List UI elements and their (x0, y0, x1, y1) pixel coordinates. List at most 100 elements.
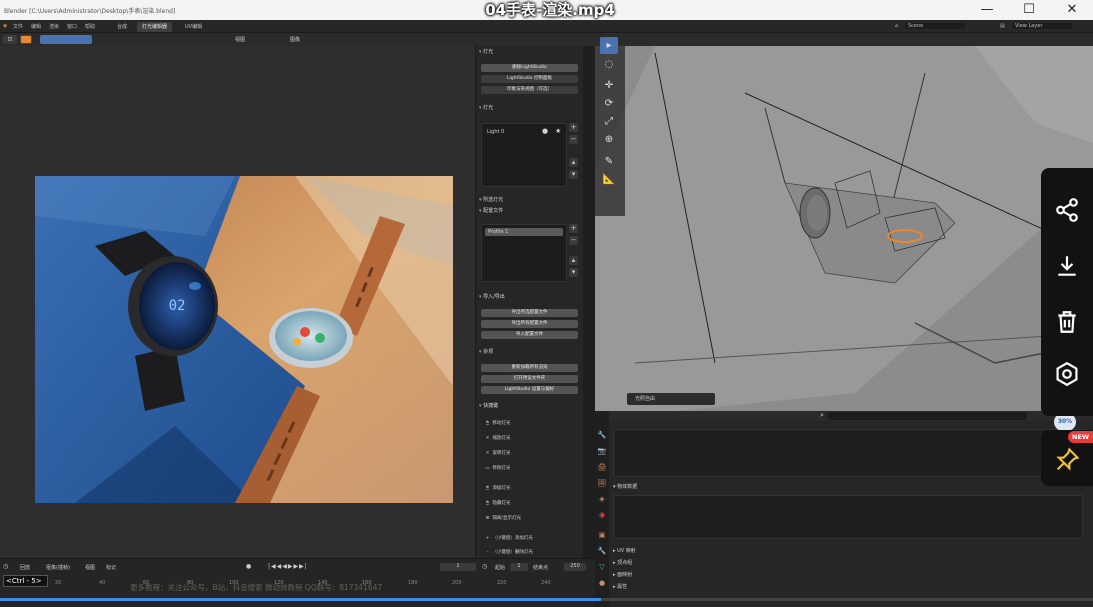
clock-icon[interactable]: ◷ (482, 563, 487, 570)
transform-icon[interactable]: ⊕ (600, 131, 618, 148)
tool-tab-icon[interactable]: 🔧 (597, 429, 607, 441)
scale-icon[interactable]: ⤢ (600, 113, 618, 130)
record-icon[interactable]: ● (246, 563, 251, 570)
end-frame[interactable]: 250 (564, 563, 586, 571)
open-presets-button[interactable]: 打开预设文件夹 (481, 375, 578, 383)
section-import-export-header[interactable]: 导入/导出 (479, 293, 581, 302)
reload-renders-button[interactable]: 重新加载所有渲染 (481, 364, 578, 372)
scene-selector[interactable]: Scene (905, 23, 965, 29)
current-frame[interactable]: 1 (440, 563, 476, 571)
remove-light-icon[interactable]: − (569, 135, 578, 144)
shortcut-numpad-delete: - （小键盘）删除灯光 (484, 549, 533, 555)
editor-type-icon[interactable]: ⊡ (3, 35, 17, 44)
tab-uv-editing[interactable]: UV编辑 (180, 22, 207, 32)
list-panel-bottom[interactable] (613, 495, 1083, 539)
settings-icon[interactable] (1041, 354, 1093, 394)
move-up-icon[interactable]: ▴ (569, 158, 578, 167)
preferences-button[interactable]: LightStudio 设置与偏好 (481, 386, 578, 394)
export-all-button[interactable]: 导出所有配置文件 (481, 320, 578, 328)
delete-lightstudio-button[interactable]: 删除LightStudio (481, 64, 578, 72)
render-tab-icon[interactable]: 📷 (597, 445, 607, 457)
blender-logo-icon[interactable]: ◉ (3, 23, 7, 29)
cursor-icon[interactable]: ◌ (600, 56, 618, 73)
output-tab-icon[interactable]: 🖨 (597, 461, 607, 473)
object-data-section[interactable]: ▾ 物体数据 (613, 483, 637, 490)
select-box-icon[interactable]: ▸ (600, 37, 618, 54)
search-icon[interactable]: ⌕ (820, 411, 824, 420)
image-editor[interactable]: 02 (0, 46, 475, 558)
properties-header: ⌕ (595, 411, 1093, 421)
delete-icon[interactable] (1041, 302, 1093, 342)
close-button[interactable]: ✕ (1055, 0, 1089, 20)
face-maps-section[interactable]: ▸ 面映射 (613, 571, 632, 578)
menu-window[interactable]: 窗口 (67, 23, 77, 30)
video-progress-bar[interactable] (0, 598, 1093, 601)
keying-menu[interactable]: 抠像(插帧) (46, 564, 70, 571)
3d-viewport[interactable]: ▸ ◌ ✛ ⟳ ⤢ ⊕ ✎ 📐 光照自由 (595, 33, 1093, 411)
playback-menu[interactable]: 回放 (20, 564, 30, 571)
section-selected-header[interactable]: 所选灯光 (479, 196, 581, 205)
timeline-editor-icon[interactable]: ◷ (3, 563, 8, 570)
vertex-groups-section[interactable]: ▸ 顶点组 (613, 559, 632, 566)
import-profile-button[interactable]: 导入配置文件 (481, 331, 578, 339)
view-mode-buttons[interactable] (40, 35, 92, 44)
end-label: 结束点 (533, 565, 549, 571)
lights-list[interactable]: Light 0 ● ★ (481, 123, 567, 187)
profiles-list[interactable]: Profile 1 (481, 224, 567, 282)
list-panel-top[interactable] (613, 429, 1083, 477)
view-layer-tab-icon[interactable]: 🖼 (597, 477, 607, 489)
section-shortcuts-header[interactable]: 快捷键 (479, 402, 581, 411)
profile-item[interactable]: Profile 1 (485, 228, 563, 236)
view-menu[interactable]: 视图 (85, 564, 95, 571)
tab-compositing[interactable]: 合成 (112, 22, 132, 32)
menu-render[interactable]: 渲染 (49, 23, 59, 30)
view-dropdown[interactable]: 视图 (235, 36, 245, 43)
slot-dropdown[interactable]: 图像 (290, 36, 300, 43)
remove-profile-icon[interactable]: − (569, 236, 578, 245)
render-view-button[interactable]: 印象渲染视图（可选） (481, 86, 578, 94)
tab-light-editor[interactable]: 灯光编辑器 (137, 22, 173, 32)
app-window: Blender [C:\Users\Administrator\Desktop\… (0, 0, 1093, 607)
object-tab-icon[interactable]: ▣ (597, 529, 607, 541)
view-layer-selector[interactable]: View Layer (1012, 23, 1072, 29)
maximize-button[interactable]: ☐ (1012, 0, 1046, 20)
annotate-icon[interactable]: ✎ (600, 153, 618, 170)
mouse-icon: 🖱 (486, 486, 489, 491)
move-down-icon[interactable]: ▾ (569, 170, 578, 179)
move-icon[interactable]: ✛ (600, 77, 618, 94)
search-input[interactable] (827, 412, 1027, 420)
shortcut-numpad-add: + （小键盘）添加灯光 (485, 536, 533, 541)
render-slot-icon[interactable] (20, 35, 32, 44)
menu-edit[interactable]: 编辑 (31, 23, 41, 30)
measure-icon[interactable]: 📐 (600, 171, 618, 188)
data-tab-icon[interactable]: ▽ (597, 561, 607, 573)
bulb-icon[interactable]: ● (542, 127, 548, 135)
star-icon[interactable]: ★ (555, 127, 561, 135)
menu-file[interactable]: 文件 (13, 23, 23, 30)
profile-down-icon[interactable]: ▾ (569, 268, 578, 277)
add-profile-icon[interactable]: + (569, 224, 578, 233)
section-profiles-header[interactable]: 配置文件 (479, 207, 581, 216)
export-selected-button[interactable]: 导出所选配置文件 (481, 309, 578, 317)
control-panel-button[interactable]: LightStudio 控制面板 (481, 75, 578, 83)
playback-controls[interactable]: |◀◀◀▶▶▶| (268, 563, 308, 570)
section-lights-header[interactable]: 灯光 (479, 104, 581, 113)
rotate-icon[interactable]: ⟳ (600, 95, 618, 112)
scene-tab-icon[interactable]: ◈ (597, 493, 607, 505)
add-light-icon[interactable]: + (569, 123, 578, 132)
menu-help[interactable]: 帮助 (85, 23, 95, 30)
light-item[interactable]: Light 0 (487, 129, 504, 135)
share-icon[interactable] (1041, 190, 1093, 230)
pin-icon[interactable] (1053, 446, 1081, 476)
attributes-section[interactable]: ▸ 属性 (613, 583, 627, 590)
download-icon[interactable] (1041, 246, 1093, 286)
uv-maps-section[interactable]: ▸ UV 映射 (613, 547, 636, 554)
world-tab-icon[interactable]: ◉ (597, 509, 607, 521)
marker-menu[interactable]: 标记 (106, 564, 116, 571)
minimize-button[interactable]: — (970, 0, 1004, 20)
section-light-header[interactable]: 灯光 (479, 48, 581, 57)
start-frame[interactable]: 1 (510, 563, 528, 571)
profile-up-icon[interactable]: ▴ (569, 256, 578, 265)
modifier-tab-icon[interactable]: 🔧 (597, 545, 607, 557)
section-misc-header[interactable]: 杂项 (479, 348, 581, 357)
